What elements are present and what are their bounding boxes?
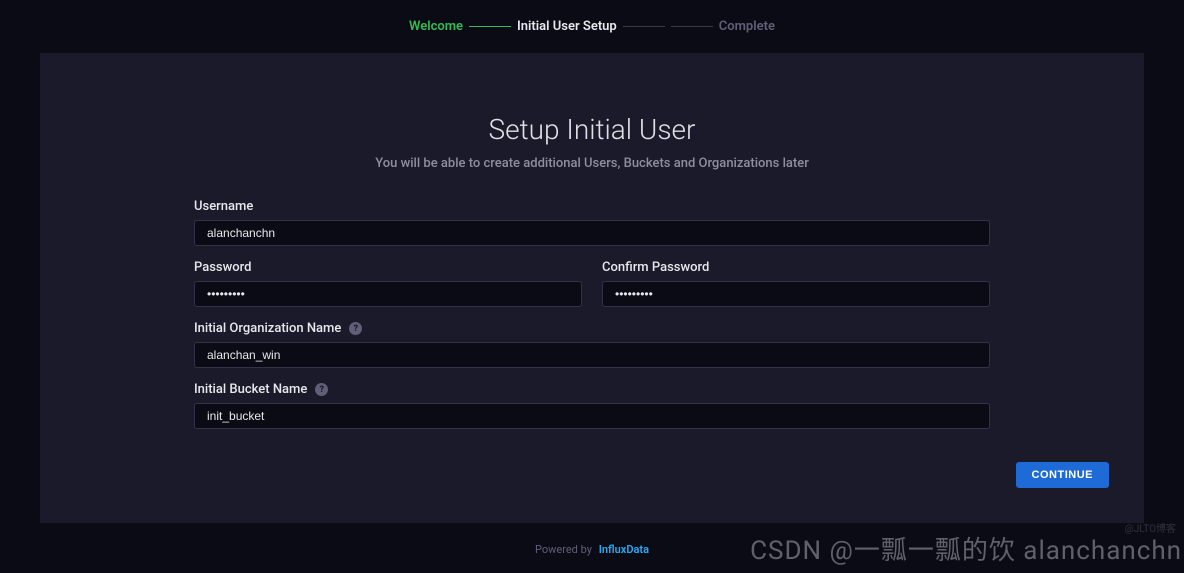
org-name-input[interactable] [194, 342, 990, 368]
username-label: Username [194, 199, 253, 214]
password-label: Password [194, 260, 251, 275]
password-input[interactable] [194, 281, 582, 307]
confirm-password-input[interactable] [602, 281, 990, 307]
username-input[interactable] [194, 220, 990, 246]
org-name-group: Initial Organization Name ? [194, 321, 990, 368]
powered-by-text: Powered by [535, 543, 592, 556]
influxdata-link[interactable]: InfluxData [599, 543, 649, 556]
bucket-name-input[interactable] [194, 403, 990, 429]
wizard-steps: Welcome Initial User Setup Complete [0, 0, 1184, 53]
step-welcome[interactable]: Welcome [409, 19, 463, 34]
step-line [623, 26, 665, 27]
username-group: Username [194, 199, 990, 246]
bucket-name-group: Initial Bucket Name ? [194, 382, 990, 429]
confirm-password-label: Confirm Password [602, 260, 709, 275]
bucket-name-label: Initial Bucket Name [194, 382, 307, 397]
page-subtitle: You will be able to create additional Us… [194, 156, 990, 171]
step-complete[interactable]: Complete [719, 19, 775, 34]
step-initial-user-setup[interactable]: Initial User Setup [517, 19, 617, 34]
help-icon[interactable]: ? [349, 322, 362, 335]
help-icon[interactable]: ? [315, 383, 328, 396]
setup-panel: Setup Initial User You will be able to c… [40, 53, 1144, 523]
footer: Powered by InfluxData [0, 523, 1184, 556]
confirm-password-group: Confirm Password [602, 260, 990, 307]
continue-button[interactable]: CONTINUE [1016, 462, 1109, 488]
step-line [469, 26, 511, 27]
org-name-label: Initial Organization Name [194, 321, 341, 336]
password-group: Password [194, 260, 582, 307]
page-title: Setup Initial User [194, 113, 990, 146]
step-line [671, 26, 713, 27]
